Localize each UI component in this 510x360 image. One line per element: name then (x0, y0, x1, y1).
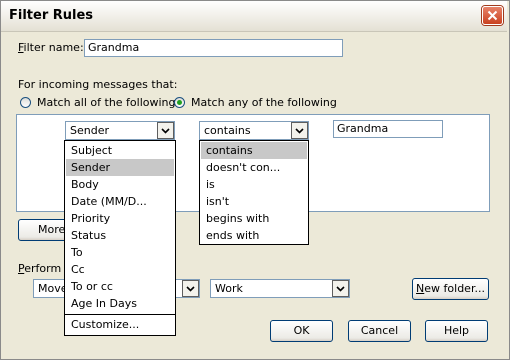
dropdown-option[interactable]: Sender (66, 159, 174, 176)
dropdown-option[interactable]: ends with (201, 227, 307, 244)
help-button[interactable]: Help (425, 320, 488, 342)
filter-name-label: Filter name: (18, 41, 84, 54)
field-dropdown-button[interactable] (157, 122, 174, 139)
dropdown-option[interactable]: doesn't con... (201, 159, 307, 176)
dropdown-option[interactable]: Cc (66, 261, 174, 278)
dropdown-option[interactable]: Date (MM/D... (66, 193, 174, 210)
match-any-label[interactable]: Match any of the following (191, 96, 337, 109)
dropdown-option[interactable]: contains (201, 142, 307, 159)
dropdown-option[interactable]: Status (66, 227, 174, 244)
dialog-title: Filter Rules (9, 8, 94, 23)
close-icon (487, 10, 498, 21)
dropdown-option[interactable]: begins with (201, 210, 307, 227)
more-button[interactable]: More (18, 219, 68, 241)
chevron-down-icon (336, 286, 345, 292)
match-all-radio[interactable] (20, 97, 31, 108)
cancel-button[interactable]: Cancel (348, 320, 411, 342)
dropdown-option[interactable]: isn't (201, 193, 307, 210)
folder-dropdown-button[interactable] (332, 280, 349, 297)
new-folder-button[interactable]: New folder... (412, 278, 489, 300)
customize-option[interactable]: Customize... (66, 316, 174, 333)
incoming-label: For incoming messages that: (18, 78, 178, 91)
dropdown-option[interactable]: Body (66, 176, 174, 193)
match-any-radio[interactable] (174, 97, 185, 108)
match-all-label[interactable]: Match all of the following (37, 96, 176, 109)
chevron-down-icon (295, 128, 304, 134)
field-dropdown-list: Subject Sender Body Date (MM/D... Priority St… (64, 140, 176, 336)
new-folder-label: ew folder... (424, 282, 485, 295)
dropdown-separator (65, 314, 175, 315)
dropdown-option[interactable]: is (201, 176, 307, 193)
condition-dropdown-button[interactable] (291, 122, 308, 139)
close-button[interactable] (482, 6, 503, 25)
folder-select[interactable]: Work (210, 279, 350, 298)
action-dropdown-button[interactable] (182, 280, 199, 297)
ok-button[interactable]: OK (270, 320, 333, 342)
more-button-label: More (38, 223, 66, 236)
dropdown-option[interactable]: To (66, 244, 174, 261)
condition-dropdown-list: contains doesn't con... is isn't begins with… (199, 140, 309, 245)
filter-name-input[interactable]: Grandma (84, 39, 343, 57)
rule-value-input[interactable]: Grandma (333, 120, 443, 138)
dropdown-option[interactable]: To or cc (66, 278, 174, 295)
dropdown-option[interactable]: Subject (66, 142, 174, 159)
chevron-down-icon (161, 128, 170, 134)
dropdown-option[interactable]: Age In Days (66, 295, 174, 312)
chevron-down-icon (186, 286, 195, 292)
dropdown-option[interactable]: Priority (66, 210, 174, 227)
